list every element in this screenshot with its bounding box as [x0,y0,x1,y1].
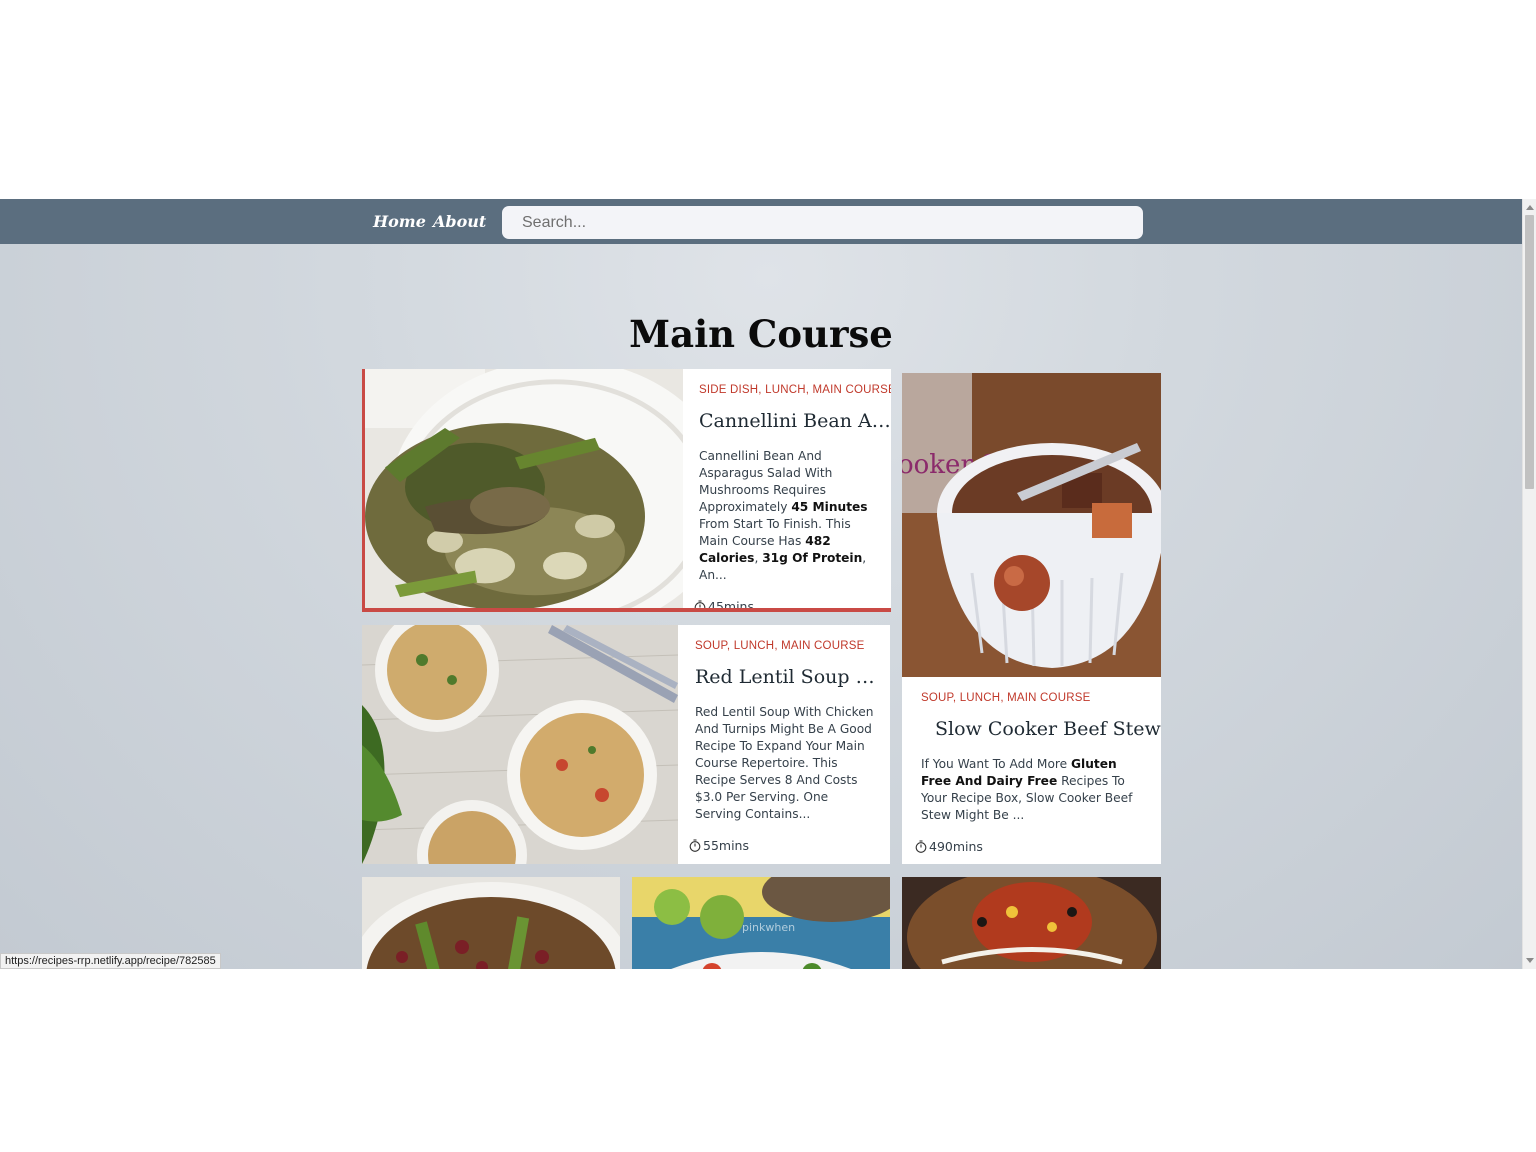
chili-bowl-image [902,877,1161,969]
recipe-card-partial[interactable]: pinkwhen [632,877,890,969]
recipe-title[interactable]: Cannellini Bean And... [699,410,891,432]
recipe-summary: Red Lentil Soup With Chicken And Turnips… [695,705,874,821]
page-title: Main Course [629,312,893,356]
recipe-card-partial[interactable] [902,877,1161,969]
navbar: Home About [0,199,1522,244]
recipe-tags: SOUP, LUNCH, MAIN COURSE [921,692,1091,704]
status-bar-url: https://recipes-rrp.netlify.app/recipe/7… [0,953,221,969]
salsa-bowl-image: pinkwhen [632,877,890,969]
cannellini-salad-image [365,369,683,608]
recipe-summary: If You Want To Add More Gluten Free And … [921,757,1133,822]
red-lentil-soup-image [362,625,678,864]
nav-home-link[interactable]: Home [373,212,426,231]
recipe-card-body: SIDE DISH, LUNCH, MAIN COURSE Cannellini… [683,369,891,608]
beef-stew-image: ooker Stew [902,373,1161,677]
recipe-card-body: SOUP, LUNCH, MAIN COURSE Red Lentil Soup… [678,625,890,864]
recipe-time: 55mins [689,838,890,853]
recipe-title[interactable]: Red Lentil Soup Wit... [695,666,890,688]
bean-stew-image [362,877,620,969]
search-input[interactable] [502,206,1143,239]
recipe-title[interactable]: Slow Cooker Beef Stew [921,718,1161,740]
recipe-tags: SOUP, LUNCH, MAIN COURSE [695,640,865,652]
vertical-scrollbar[interactable] [1522,199,1536,969]
scroll-up-arrow-icon[interactable] [1526,205,1534,210]
stopwatch-icon [689,839,701,852]
recipe-card-partial[interactable] [362,877,620,969]
nav-about-link[interactable]: About [433,212,486,231]
recipe-tags: SIDE DISH, LUNCH, MAIN COURSE [699,384,891,396]
recipe-time: 45mins [694,599,891,608]
stopwatch-icon [694,600,706,608]
recipe-card-cannellini[interactable]: SIDE DISH, LUNCH, MAIN COURSE Cannellini… [362,369,891,612]
image-watermark: pinkwhen [742,921,795,934]
scroll-down-arrow-icon[interactable] [1526,958,1534,963]
recipe-card-beef-stew[interactable]: ooker Stew SOUP, LUNCH, MAIN COURSE Slow… [902,373,1161,864]
recipe-summary: Cannellini Bean And Asparagus Salad With… [699,449,868,582]
scrollbar-thumb[interactable] [1525,215,1534,489]
recipe-time: 490mins [915,839,1161,854]
recipe-card-red-lentil[interactable]: SOUP, LUNCH, MAIN COURSE Red Lentil Soup… [362,625,890,864]
stopwatch-icon [915,840,927,853]
recipe-card-body: SOUP, LUNCH, MAIN COURSE Slow Cooker Bee… [902,677,1161,854]
browser-viewport: Home About Main Course SIDE DISH, LUNCH,… [0,199,1536,969]
